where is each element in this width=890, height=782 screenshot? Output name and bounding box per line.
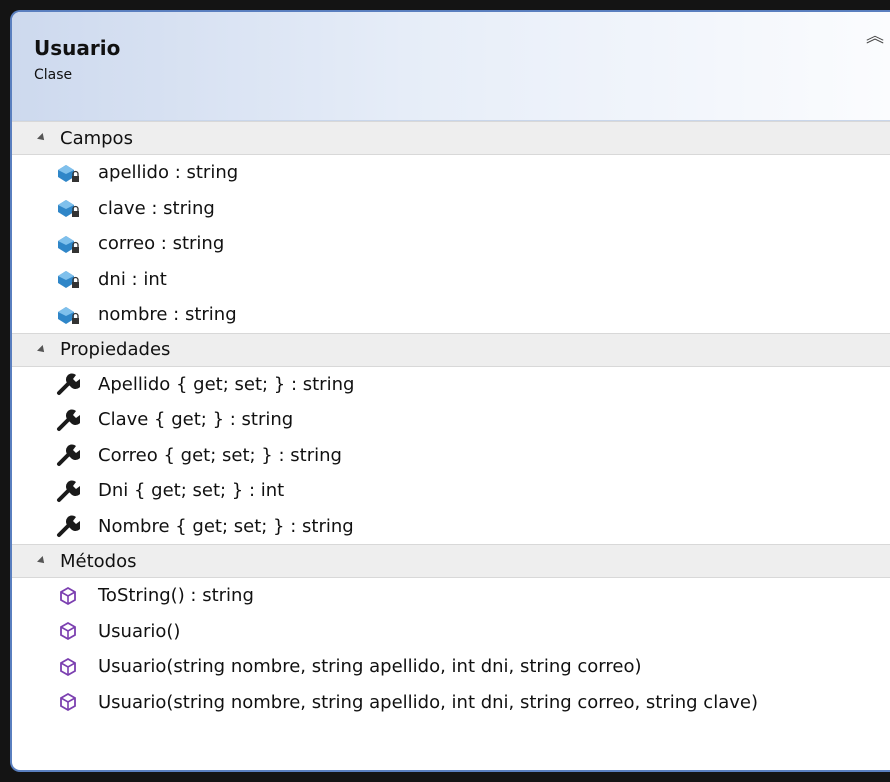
method-cube-icon bbox=[54, 654, 82, 680]
method-label: Usuario(string nombre, string apellido, … bbox=[98, 691, 758, 713]
method-row[interactable]: Usuario(string nombre, string apellido, … bbox=[12, 649, 890, 685]
method-row[interactable]: Usuario(string nombre, string apellido, … bbox=[12, 685, 890, 721]
private-field-icon bbox=[54, 266, 82, 292]
field-label: correo : string bbox=[98, 233, 225, 255]
section-properties-label: Propiedades bbox=[60, 339, 171, 360]
private-field-icon bbox=[54, 160, 82, 186]
property-row[interactable]: Nombre { get; set; } : string bbox=[12, 509, 890, 545]
section-properties-header[interactable]: Propiedades bbox=[12, 332, 890, 367]
collapse-triangle-icon[interactable] bbox=[37, 556, 47, 566]
class-diagram-card: Usuario Clase ︽ Campos apellido : string… bbox=[10, 10, 890, 772]
method-cube-icon bbox=[54, 689, 82, 715]
wrench-icon bbox=[54, 478, 82, 504]
section-fields-label: Campos bbox=[60, 127, 133, 149]
section-methods-label: Métodos bbox=[60, 550, 137, 572]
method-label: ToString() : string bbox=[98, 585, 254, 607]
section-fields-header[interactable]: Campos bbox=[12, 121, 890, 155]
class-kind: Clase bbox=[34, 67, 73, 83]
double-chevron-up-icon[interactable]: ︽ bbox=[866, 28, 884, 46]
property-label: Correo { get; set; } : string bbox=[98, 444, 342, 466]
field-row[interactable]: dni : int bbox=[12, 262, 890, 298]
property-row[interactable]: Apellido { get; set; } : string bbox=[12, 367, 890, 403]
wrench-icon bbox=[54, 442, 82, 468]
wrench-icon bbox=[54, 407, 82, 433]
field-row[interactable]: clave : string bbox=[12, 191, 890, 227]
field-row[interactable]: nombre : string bbox=[12, 297, 890, 333]
collapse-triangle-icon[interactable] bbox=[37, 344, 47, 355]
field-label: apellido : string bbox=[98, 162, 239, 184]
property-label: Clave { get; } : string bbox=[98, 409, 294, 431]
property-label: Nombre { get; set; } : string bbox=[98, 515, 354, 537]
private-field-icon bbox=[54, 231, 82, 257]
wrench-icon bbox=[54, 513, 82, 539]
class-title: Usuario bbox=[34, 36, 121, 60]
private-field-icon bbox=[54, 195, 82, 221]
wrench-icon bbox=[54, 371, 82, 397]
class-header[interactable]: Usuario Clase ︽ bbox=[12, 12, 890, 121]
method-row[interactable]: Usuario() bbox=[12, 614, 890, 650]
field-row[interactable]: apellido : string bbox=[12, 155, 890, 191]
property-label: Apellido { get; set; } : string bbox=[98, 373, 355, 395]
collapse-triangle-icon[interactable] bbox=[37, 133, 47, 143]
field-label: clave : string bbox=[98, 197, 215, 219]
method-label: Usuario(string nombre, string apellido, … bbox=[98, 656, 642, 678]
property-row[interactable]: Clave { get; } : string bbox=[12, 402, 890, 438]
method-row[interactable]: ToString() : string bbox=[12, 578, 890, 614]
property-row[interactable]: Dni { get; set; } : int bbox=[12, 473, 890, 509]
field-label: nombre : string bbox=[98, 304, 237, 326]
private-field-icon bbox=[54, 302, 82, 328]
method-cube-icon bbox=[54, 583, 82, 609]
section-methods-header[interactable]: Métodos bbox=[12, 544, 890, 578]
method-label: Usuario() bbox=[98, 620, 181, 642]
method-cube-icon bbox=[54, 618, 82, 644]
field-row[interactable]: correo : string bbox=[12, 226, 890, 262]
property-row[interactable]: Correo { get; set; } : string bbox=[12, 438, 890, 474]
property-label: Dni { get; set; } : int bbox=[98, 480, 285, 502]
field-label: dni : int bbox=[98, 268, 167, 290]
